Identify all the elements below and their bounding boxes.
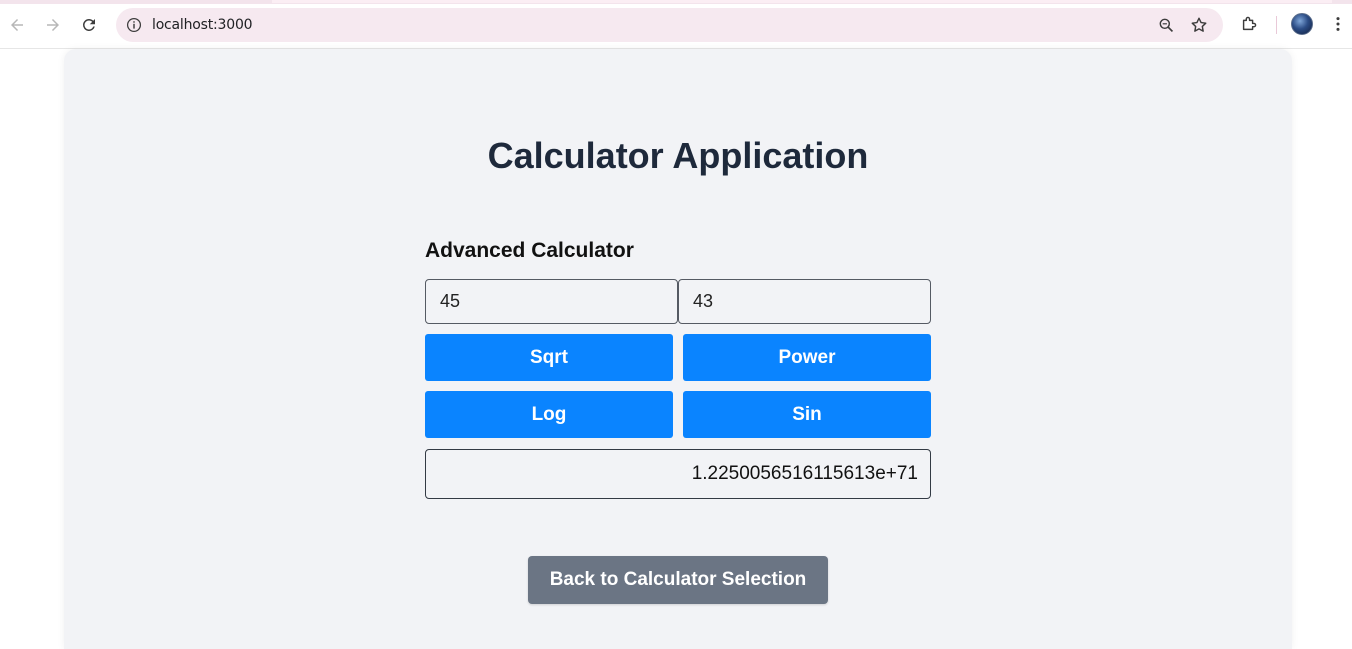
- puzzle-icon[interactable]: [1238, 13, 1260, 35]
- back-button[interactable]: [5, 13, 29, 37]
- arrow-right-icon: [47, 19, 59, 31]
- power-button[interactable]: Power: [683, 334, 931, 381]
- address-bar[interactable]: localhost:3000: [116, 8, 1223, 42]
- back-to-selection-button[interactable]: Back to Calculator Selection: [528, 556, 828, 604]
- page-title: Calculator Application: [487, 135, 869, 176]
- url-text: localhost:3000: [152, 17, 253, 33]
- arrow-left-icon: [11, 19, 23, 31]
- page-body: Calculator Application Advanced Calculat…: [0, 49, 1352, 649]
- zoom-icon[interactable]: [1156, 15, 1176, 35]
- reload-button[interactable]: [77, 13, 101, 37]
- app-container: Calculator Application Advanced Calculat…: [64, 49, 1292, 649]
- result-display: 1.2250056516115613e+71: [425, 449, 931, 499]
- tab-strip: [0, 0, 1352, 4]
- info-icon[interactable]: [125, 16, 143, 34]
- sqrt-button[interactable]: Sqrt: [425, 334, 673, 381]
- avatar[interactable]: [1291, 13, 1313, 35]
- kebab-menu-icon[interactable]: [1327, 13, 1349, 35]
- sin-button[interactable]: Sin: [683, 391, 931, 438]
- active-tab-indicator: [272, 0, 1332, 3]
- star-icon[interactable]: [1189, 15, 1209, 35]
- first-number-input[interactable]: [425, 279, 678, 324]
- toolbar-divider: [1276, 16, 1277, 34]
- calculator-heading: Advanced Calculator: [425, 239, 634, 262]
- forward-button[interactable]: [41, 13, 65, 37]
- log-button[interactable]: Log: [425, 391, 673, 438]
- reload-icon: [82, 18, 95, 31]
- browser-toolbar: localhost:3000: [0, 0, 1352, 49]
- second-number-input[interactable]: [678, 279, 931, 324]
